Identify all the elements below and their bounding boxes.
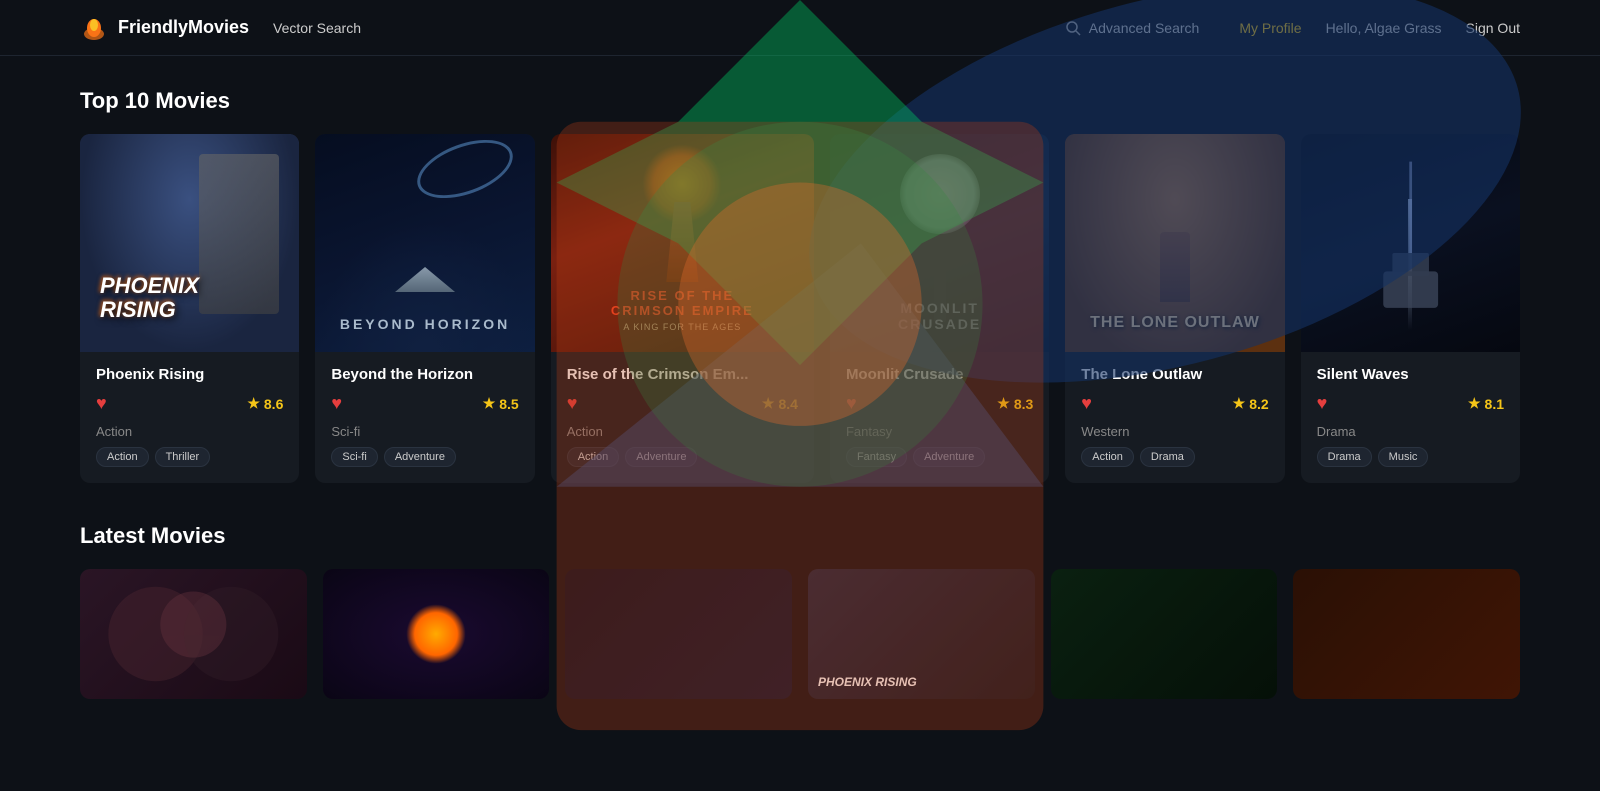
latest-movies-row: [80, 569, 1520, 699]
latest-section: Latest Movies: [80, 523, 1520, 699]
latest-card-6[interactable]: [1293, 569, 1520, 699]
main-content: Top 10 Movies PHOENIXRISING Phoenix Risi…: [0, 56, 1600, 731]
latest-poster-6: [1293, 569, 1520, 699]
